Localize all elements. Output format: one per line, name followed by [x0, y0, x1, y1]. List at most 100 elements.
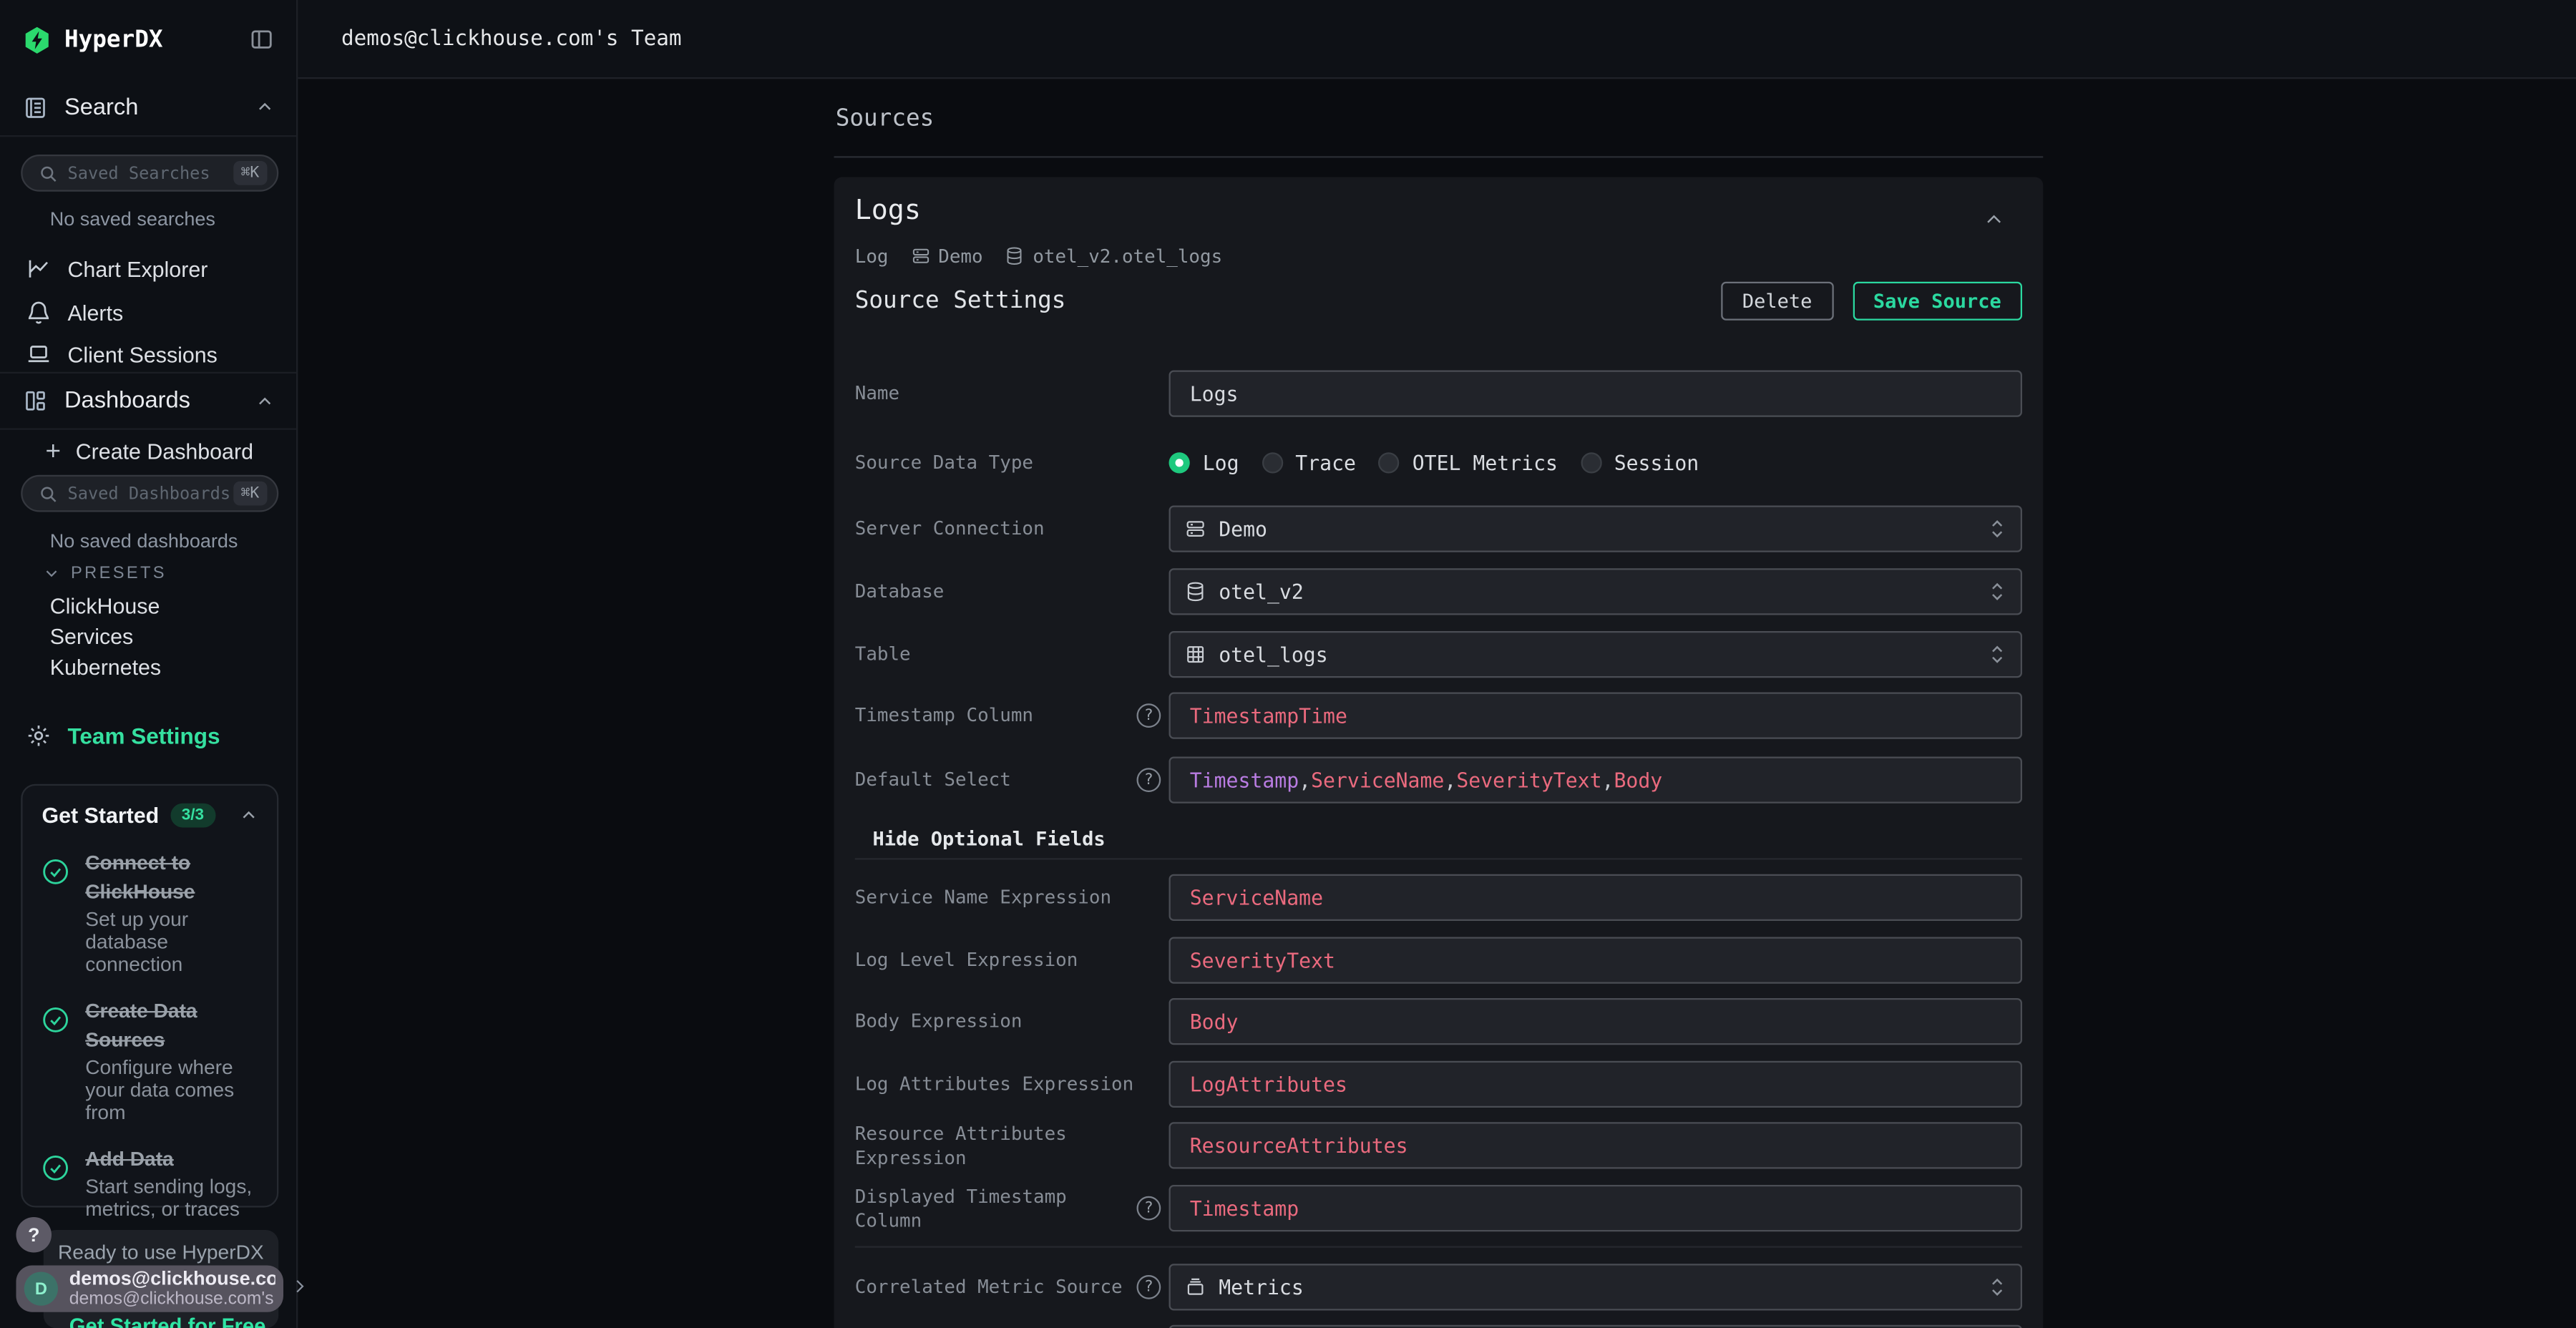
preset-services[interactable]: Services: [50, 625, 133, 649]
hyperdx-logo-icon: [23, 25, 52, 54]
sidebar-item-team-settings[interactable]: Team Settings: [0, 715, 296, 757]
sidebar-section-dashboards[interactable]: Dashboards: [0, 372, 296, 430]
field-row-partial: [855, 1325, 2022, 1328]
get-started-step-sources[interactable]: Create Data Sources Configure where your…: [42, 997, 258, 1124]
main-content: Sources Logs Log Demo: [834, 79, 2045, 1328]
sidebar: HyperDX Search Sav: [0, 0, 298, 1328]
step-desc: Configure where your data comes from: [85, 1056, 258, 1124]
divider: [855, 858, 2022, 859]
preset-clickhouse[interactable]: ClickHouse: [50, 594, 160, 618]
step-desc: Set up your database connection: [85, 908, 258, 976]
radio-label: OTEL Metrics: [1413, 451, 1558, 475]
topbar: demos@clickhouse.com's Team: [298, 0, 2576, 79]
presets-toggle[interactable]: PRESETS: [44, 564, 167, 583]
expression-value: ResourceAttributes: [1190, 1133, 1408, 1158]
saved-searches-input[interactable]: Saved Searches ⌘K: [21, 155, 278, 192]
field-row-timestamp-column: Timestamp Column ? TimestampTime: [855, 693, 2022, 739]
sidebar-item-chart-explorer[interactable]: Chart Explorer: [0, 248, 296, 290]
create-dashboard-button[interactable]: Create Dashboard: [0, 430, 296, 472]
check-circle-icon: [42, 1154, 69, 1181]
field-row-service-name: Service Name Expression ServiceName: [855, 874, 2022, 921]
body-expression-input[interactable]: Body: [1169, 998, 2023, 1045]
get-started-free-link[interactable]: Get Started for Free: [69, 1314, 266, 1328]
save-source-button[interactable]: Save Source: [1853, 282, 2022, 321]
select-chevrons-icon: [1989, 1276, 2006, 1297]
default-select-input[interactable]: Timestamp,ServiceName,SeverityText,Body: [1169, 757, 2023, 804]
database-select[interactable]: otel_v2: [1169, 568, 2023, 615]
collapse-card-icon[interactable]: [1984, 210, 2004, 230]
server-icon: [1185, 519, 1206, 540]
service-name-input[interactable]: ServiceName: [1169, 874, 2023, 921]
select-value: Metrics: [1219, 1275, 1304, 1299]
source-card-title: Logs: [855, 195, 921, 227]
select-chevrons-icon: [1989, 581, 2006, 602]
partial-input[interactable]: [1169, 1325, 2023, 1328]
select-chevrons-icon: [1989, 644, 2006, 665]
help-icon[interactable]: ?: [1137, 1196, 1161, 1221]
field-label: Source Data Type: [855, 451, 1033, 475]
field-row-table: Table otel_logs: [855, 631, 2022, 678]
team-settings-label: Team Settings: [68, 723, 220, 748]
sidebar-item-client-sessions[interactable]: Client Sessions: [0, 333, 296, 376]
shortcut-badge: ⌘K: [233, 482, 267, 506]
radio-log[interactable]: Log: [1169, 451, 1239, 475]
sidebar-section-search[interactable]: Search: [0, 79, 296, 137]
chevron-up-icon[interactable]: [240, 806, 258, 824]
expression-token: ServiceName: [1311, 768, 1444, 792]
field-row-resource-attributes: Resource Attributes Expression ResourceA…: [855, 1122, 2022, 1168]
logo-row: HyperDX: [0, 0, 296, 79]
name-input[interactable]: Logs: [1169, 371, 2023, 417]
correlated-metric-select[interactable]: Metrics: [1169, 1264, 2023, 1310]
chevron-up-icon: [256, 98, 274, 116]
get-started-step-connect[interactable]: Connect to ClickHouse Set up your databa…: [42, 849, 258, 976]
displayed-timestamp-input[interactable]: Timestamp: [1169, 1185, 2023, 1231]
no-saved-dashboards-text: No saved dashboards: [50, 529, 238, 552]
ready-text: Ready to use HyperDX: [58, 1241, 264, 1264]
separator: ,: [1299, 768, 1311, 792]
delete-button[interactable]: Delete: [1722, 282, 1833, 321]
field-label: Body Expression: [855, 1010, 1023, 1034]
resource-attributes-input[interactable]: ResourceAttributes: [1169, 1122, 2023, 1168]
get-started-step-add-data[interactable]: Add Data Start sending logs, metrics, or…: [42, 1145, 258, 1221]
no-saved-searches-text: No saved searches: [50, 208, 215, 230]
collapse-sidebar-icon[interactable]: [250, 27, 274, 52]
user-menu[interactable]: D demos@clickhouse.com demos@clickhouse.…: [16, 1266, 284, 1312]
check-circle-icon: [42, 858, 69, 885]
help-button[interactable]: ?: [16, 1217, 52, 1253]
table-select[interactable]: otel_logs: [1169, 631, 2023, 678]
radio-trace[interactable]: Trace: [1262, 451, 1356, 475]
expression-value: TimestampTime: [1190, 703, 1347, 728]
help-icon[interactable]: ?: [1137, 1275, 1161, 1299]
saved-searches-placeholder: Saved Searches: [68, 163, 233, 182]
help-icon[interactable]: ?: [1137, 703, 1161, 728]
field-row-name: Name Logs: [855, 371, 2022, 417]
saved-dashboards-input[interactable]: Saved Dashboards ⌘K: [21, 475, 278, 512]
help-icon[interactable]: ?: [1137, 768, 1161, 792]
preset-kubernetes[interactable]: Kubernetes: [50, 655, 161, 680]
radio-unselected-icon: [1378, 452, 1399, 473]
log-attributes-input[interactable]: LogAttributes: [1169, 1061, 2023, 1108]
search-section-icon: [23, 94, 49, 120]
source-settings-title: Source Settings: [855, 288, 1722, 314]
dashboards-section-label: Dashboards: [64, 388, 256, 414]
bell-icon: [26, 300, 52, 326]
radio-label: Session: [1614, 451, 1699, 475]
expression-token: Timestamp: [1190, 768, 1299, 792]
step-title: Connect to ClickHouse: [85, 851, 195, 903]
expression-value: Timestamp: [1190, 1196, 1299, 1221]
hide-optional-fields-toggle[interactable]: Hide Optional Fields: [873, 828, 1106, 851]
expression-value: Body: [1190, 1010, 1239, 1034]
chevron-right-icon[interactable]: [290, 1276, 309, 1296]
table-icon: [1185, 644, 1206, 665]
field-label: Correlated Metric Source: [855, 1275, 1123, 1299]
sidebar-item-alerts[interactable]: Alerts: [0, 291, 296, 333]
radio-selected-icon: [1169, 452, 1190, 473]
divider: [855, 1246, 2022, 1248]
server-connection-select[interactable]: Demo: [1169, 506, 2023, 552]
timestamp-column-input[interactable]: TimestampTime: [1169, 693, 2023, 739]
radio-session[interactable]: Session: [1580, 451, 1699, 475]
expression-value: LogAttributes: [1190, 1073, 1347, 1097]
log-level-input[interactable]: SeverityText: [1169, 937, 2023, 984]
field-row-server-connection: Server Connection Demo: [855, 506, 2022, 552]
radio-otel-metrics[interactable]: OTEL Metrics: [1378, 451, 1557, 475]
